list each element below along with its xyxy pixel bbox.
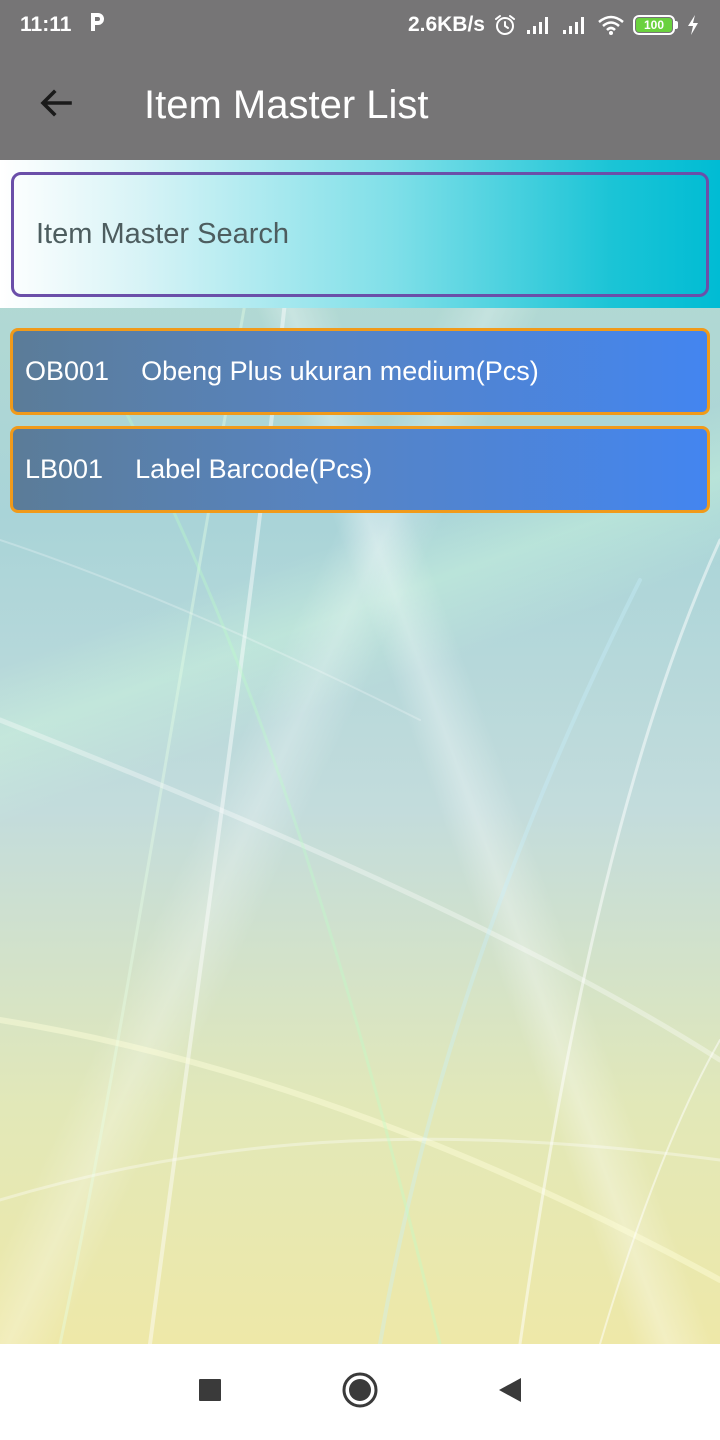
item-name: Obeng Plus ukuran medium(Pcs) — [141, 356, 539, 386]
home-button[interactable] — [285, 1344, 435, 1440]
signal-icon — [561, 14, 589, 36]
screen: 11:11 2.6KB/s 100 Item Master List Item … — [0, 0, 720, 1440]
item-code: OB001 — [25, 356, 110, 386]
battery-icon: 100 — [633, 15, 678, 35]
alarm-icon — [493, 13, 517, 37]
status-bar: 11:11 2.6KB/s 100 — [0, 0, 720, 50]
content-area: Item Master Search OB001 Obeng Plus ukur… — [0, 160, 720, 1344]
list-item[interactable]: OB001 Obeng Plus ukuran medium(Pcs) — [10, 328, 710, 415]
wifi-icon — [597, 14, 625, 36]
parking-p-icon — [87, 10, 107, 40]
arrow-back-icon — [36, 83, 76, 128]
recent-apps-square-icon — [198, 1378, 222, 1407]
battery-level: 100 — [636, 18, 672, 32]
home-circle-icon — [341, 1371, 379, 1414]
status-left: 11:11 — [20, 10, 107, 40]
app-bar: Item Master List — [0, 50, 720, 160]
status-right: 2.6KB/s 100 — [408, 13, 700, 37]
back-button[interactable] — [26, 75, 86, 135]
item-list: OB001 Obeng Plus ukuran medium(Pcs) LB00… — [10, 328, 710, 524]
item-name: Label Barcode(Pcs) — [135, 454, 373, 484]
back-nav-button[interactable] — [435, 1344, 585, 1440]
page-title: Item Master List — [144, 82, 429, 127]
search-input[interactable]: Item Master Search — [11, 172, 709, 297]
item-code: LB001 — [25, 454, 104, 484]
signal-icon — [525, 14, 553, 36]
status-time: 11:11 — [20, 13, 72, 36]
charging-bolt-icon — [686, 14, 700, 36]
back-triangle-icon — [497, 1376, 523, 1409]
list-item[interactable]: LB001 Label Barcode(Pcs) — [10, 426, 710, 513]
network-speed: 2.6KB/s — [407, 13, 485, 36]
navigation-bar — [0, 1344, 720, 1440]
recent-apps-button[interactable] — [135, 1344, 285, 1440]
